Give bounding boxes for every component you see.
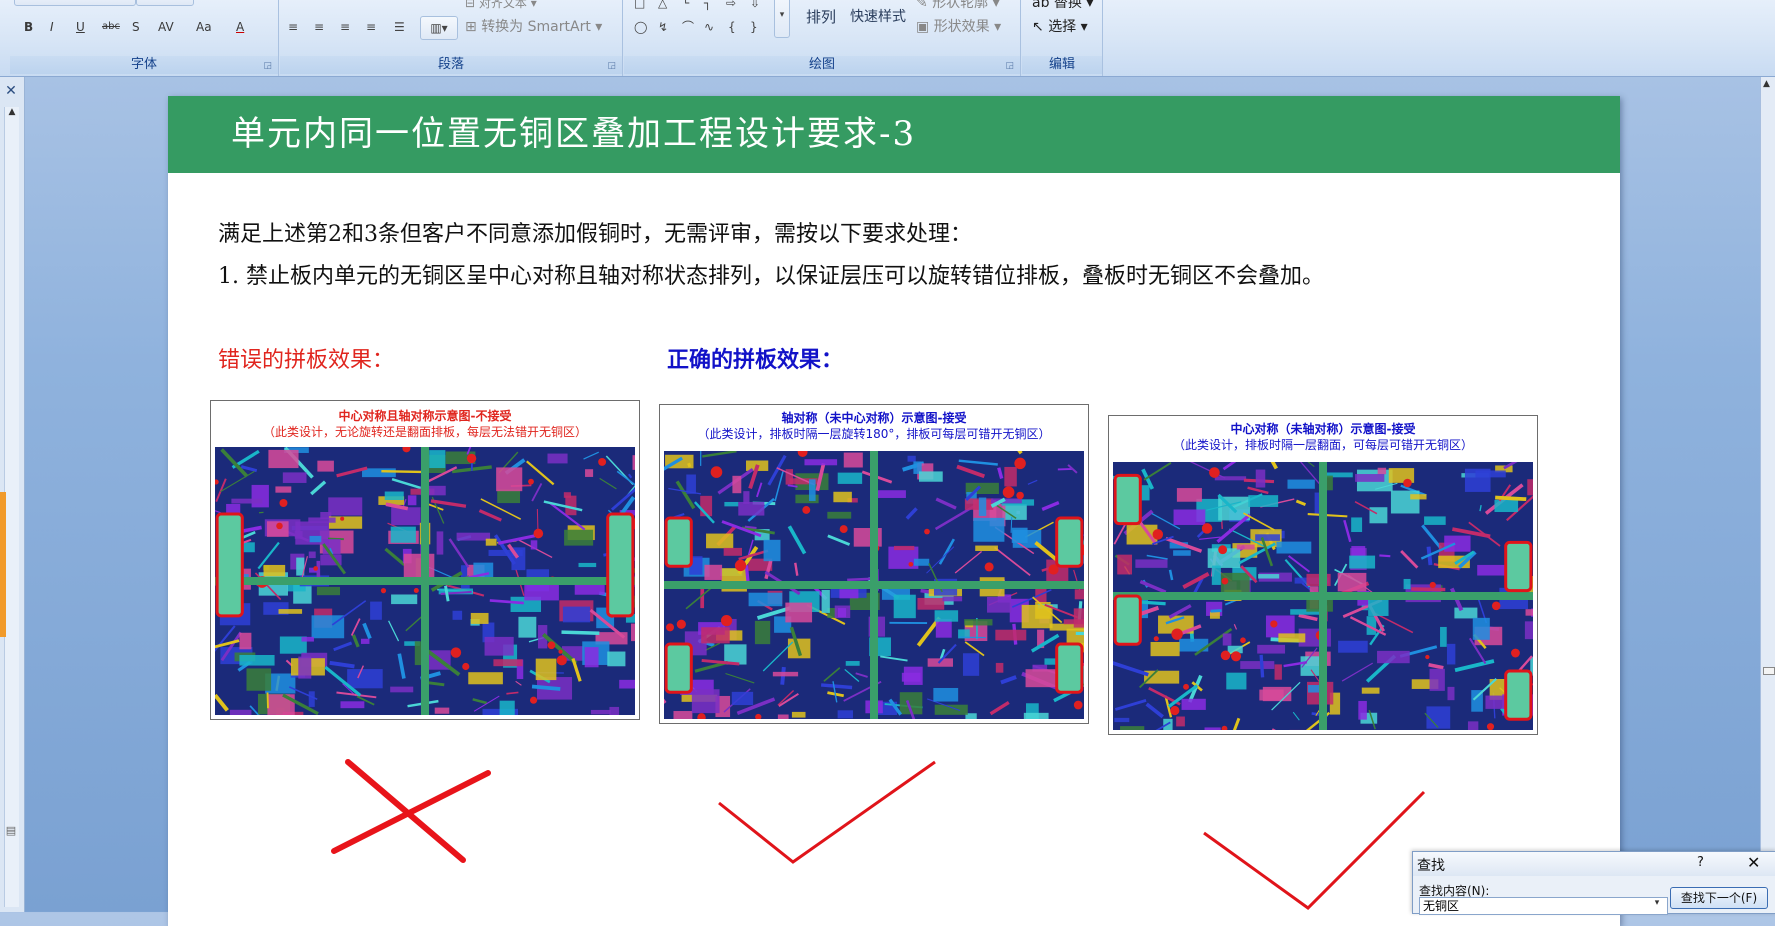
- bold-button[interactable]: B: [24, 16, 33, 38]
- paragraph-dialog-launcher-icon[interactable]: ◲: [607, 61, 616, 71]
- font-color-button[interactable]: A: [236, 16, 244, 38]
- help-icon[interactable]: ?: [1697, 855, 1704, 870]
- right-effect-label[interactable]: 正确的拼板效果：: [667, 342, 843, 374]
- find-dialog-titlebar[interactable]: 查找: [1413, 852, 1775, 876]
- columns-button[interactable]: ▥▾: [420, 16, 458, 40]
- shape-down-arrow-icon[interactable]: ⇩: [750, 0, 760, 14]
- strikethrough-button[interactable]: abc: [102, 16, 120, 38]
- font-dialog-launcher-icon[interactable]: ◲: [263, 61, 272, 71]
- outline-pane: ✕ ▲ ▤: [0, 77, 25, 912]
- shape-wave-icon[interactable]: ∿: [704, 16, 714, 38]
- font-group: B I U abc S AV Aa A 字体 ◲: [10, 0, 279, 76]
- align-text-label: 对齐文本: [479, 0, 527, 10]
- outline-scrollbar[interactable]: ▲: [4, 107, 19, 907]
- quick-styles-button[interactable]: 快速样式: [850, 6, 906, 28]
- close-pane-icon[interactable]: ✕: [3, 83, 19, 99]
- ribbon: B I U abc S AV Aa A 字体 ◲ ≡ ≡ ≡ ≡ ☰ ▥▾ ⊟ …: [0, 0, 1775, 77]
- slide[interactable]: 单元内同一位置无铜区叠加工程设计要求-3 满足上述第2和3条但客户不同意添加假铜…: [168, 96, 1620, 926]
- shapes-more-button[interactable]: ▾: [774, 0, 790, 38]
- replace-label: 替换: [1054, 0, 1082, 11]
- drawing-group: □ △ └ ┐ ⇨ ⇩ ◯ ↯ ⌒ ∿ { } ▾ 排列 快速样式 ✎ 形状轮廓…: [624, 0, 1021, 76]
- panel-title: 中心对称且轴对称示意图-不接受: [211, 407, 639, 424]
- justify-icon[interactable]: ≡: [366, 16, 376, 38]
- align-right-icon[interactable]: ≡: [340, 16, 350, 38]
- italic-button[interactable]: I: [50, 16, 54, 38]
- select-label: 选择: [1048, 19, 1076, 35]
- paragraph-group-label: 段落: [280, 56, 622, 74]
- pcb-image: [1113, 462, 1533, 730]
- shape-lightning-icon[interactable]: ↯: [658, 16, 668, 38]
- drawing-group-label: 绘图: [624, 56, 1020, 74]
- editing-group-label: 编辑: [1022, 56, 1102, 74]
- check-mark-icon: [1198, 786, 1428, 916]
- shape-rect-icon[interactable]: □: [634, 0, 645, 14]
- shape-effects-button[interactable]: ▣ 形状效果 ▾: [916, 16, 1001, 38]
- panel-subtitle: （此类设计，无论旋转还是翻面排板，每层无法错开无铜区）: [211, 423, 639, 440]
- pcb-image: [215, 447, 635, 715]
- select-button[interactable]: ↖ 选择 ▾: [1032, 16, 1088, 38]
- replace-button[interactable]: ab 替换 ▾: [1032, 0, 1093, 14]
- font-size-box[interactable]: [136, 0, 194, 6]
- close-icon[interactable]: ✕: [1747, 853, 1760, 872]
- convert-smartart-button[interactable]: ⊞ 转换为 SmartArt ▾: [465, 16, 602, 38]
- editing-group: ab 替换 ▾ ↖ 选择 ▾ 编辑: [1022, 0, 1103, 76]
- shape-elbow2-icon[interactable]: ┐: [704, 0, 711, 14]
- shape-outline-label: 形状轮廓: [932, 0, 988, 11]
- scroll-thumb[interactable]: [1763, 667, 1775, 675]
- shape-triangle-icon[interactable]: △: [658, 0, 667, 14]
- font-name-box[interactable]: [14, 0, 136, 6]
- convert-smartart-label: 转换为 SmartArt: [481, 19, 591, 35]
- body-line-2[interactable]: 1. 禁止板内单元的无铜区呈中心对称且轴对称状态排列，以保证层压可以旋转错位排板…: [218, 258, 1324, 290]
- check-mark-icon: [713, 756, 943, 866]
- shape-arc-icon[interactable]: ⌒: [682, 16, 694, 38]
- find-dialog-title: 查找: [1417, 855, 1445, 875]
- shape-outline-button[interactable]: ✎ 形状轮廓 ▾: [916, 0, 1000, 14]
- underline-button[interactable]: U: [76, 16, 85, 38]
- wrong-effect-label[interactable]: 错误的拼板效果：: [218, 342, 394, 374]
- shape-right-brace-icon[interactable]: }: [750, 16, 758, 38]
- cross-mark-icon: [328, 756, 508, 876]
- shape-effects-label: 形状效果: [934, 19, 990, 35]
- scroll-up-icon[interactable]: ▲: [5, 107, 19, 121]
- find-next-button[interactable]: 查找下一个(F): [1670, 887, 1768, 909]
- panel-title: 轴对称（未中心对称）示意图-接受: [660, 409, 1088, 426]
- pcb-image: [664, 451, 1084, 719]
- panel-subtitle: （此类设计，排板时隔一层翻面，可每层可错开无铜区）: [1109, 436, 1537, 453]
- slide-title[interactable]: 单元内同一位置无铜区叠加工程设计要求-3: [231, 96, 916, 173]
- scroll-up-icon[interactable]: ▲: [1763, 79, 1770, 89]
- font-group-label: 字体: [10, 56, 278, 74]
- panel-center[interactable]: 中心对称（未轴对称）示意图-接受 （此类设计，排板时隔一层翻面，可每层可错开无铜…: [1108, 415, 1538, 735]
- find-dialog[interactable]: 查找 ? ✕ 查找内容(N): 无铜区 ▾ 查找下一个(F): [1412, 851, 1775, 914]
- char-spacing-button[interactable]: AV: [158, 16, 174, 38]
- splitter-grip-icon[interactable]: ▤: [4, 824, 18, 838]
- body-line-1[interactable]: 满足上述第2和3条但客户不同意添加假铜时，无需评审，需按以下要求处理：: [218, 216, 972, 248]
- panel-title: 中心对称（未轴对称）示意图-接受: [1109, 420, 1537, 437]
- change-case-button[interactable]: Aa: [196, 16, 212, 38]
- shape-elbow-icon[interactable]: └: [682, 0, 689, 14]
- shape-right-arrow-icon[interactable]: ⇨: [726, 0, 736, 14]
- panel-axis[interactable]: 轴对称（未中心对称）示意图-接受 （此类设计，排板时隔一层旋转180°，排板可每…: [659, 404, 1089, 724]
- find-what-input[interactable]: 无铜区: [1419, 897, 1668, 915]
- vertical-scrollbar[interactable]: ▲: [1760, 77, 1775, 912]
- selected-slide-indicator: [0, 492, 6, 637]
- distribute-icon[interactable]: ☰: [394, 16, 405, 38]
- align-left-icon[interactable]: ≡: [288, 16, 298, 38]
- panel-wrong[interactable]: 中心对称且轴对称示意图-不接受 （此类设计，无论旋转还是翻面排板，每层无法错开无…: [210, 400, 640, 720]
- shadow-button[interactable]: S: [132, 16, 140, 38]
- shape-oval-icon[interactable]: ◯: [634, 16, 647, 38]
- paragraph-group: ≡ ≡ ≡ ≡ ☰ ▥▾ ⊟ 对齐文本 ▾ ⊞ 转换为 SmartArt ▾ 段…: [280, 0, 623, 76]
- align-center-icon[interactable]: ≡: [314, 16, 324, 38]
- align-text-button[interactable]: ⊟ 对齐文本 ▾: [465, 0, 537, 14]
- arrange-button[interactable]: 排列: [806, 6, 836, 28]
- chevron-down-icon[interactable]: ▾: [1651, 898, 1663, 912]
- shape-left-brace-icon[interactable]: {: [728, 16, 736, 38]
- panel-subtitle: （此类设计，排板时隔一层旋转180°，排板可每层可错开无铜区）: [660, 425, 1088, 442]
- drawing-dialog-launcher-icon[interactable]: ◲: [1005, 61, 1014, 71]
